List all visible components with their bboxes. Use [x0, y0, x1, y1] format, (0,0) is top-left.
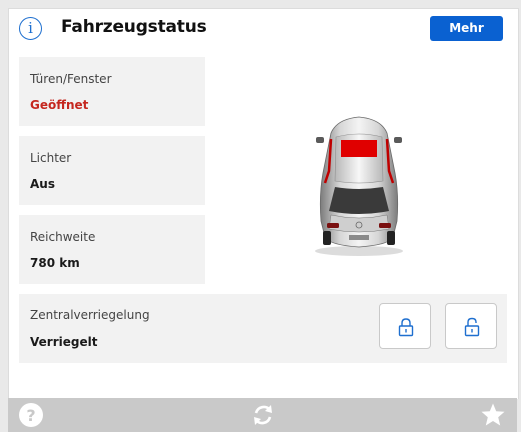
central-locking-tile: Zentralverriegelung Verriegelt: [19, 294, 507, 363]
lock-open-icon: [464, 317, 480, 337]
refresh-icon[interactable]: [250, 402, 276, 428]
lock-button[interactable]: [379, 303, 431, 349]
range-label: Reichweite: [30, 230, 96, 244]
vehicle-status-card: i Fahrzeugstatus Mehr Türen/Fenster Geöf…: [8, 8, 519, 399]
lights-value: Aus: [30, 177, 55, 191]
lights-label: Lichter: [30, 151, 72, 165]
svg-text:?: ?: [26, 406, 35, 425]
doors-windows-label: Türen/Fenster: [30, 72, 112, 86]
central-locking-label: Zentralverriegelung: [30, 308, 150, 322]
lock-closed-icon: [398, 318, 414, 337]
range-tile: Reichweite 780 km: [19, 215, 205, 284]
doors-windows-tile: Türen/Fenster Geöffnet: [19, 57, 205, 126]
vehicle-image: [309, 111, 409, 261]
lights-tile: Lichter Aus: [19, 136, 205, 205]
more-button[interactable]: Mehr: [430, 16, 503, 41]
central-locking-value: Verriegelt: [30, 335, 98, 349]
card-footer: ?: [8, 398, 517, 432]
favorite-star-icon[interactable]: [480, 402, 506, 428]
range-value: 780 km: [30, 256, 80, 270]
card-title: Fahrzeugstatus: [61, 17, 207, 37]
card-header: i Fahrzeugstatus Mehr: [9, 9, 518, 49]
help-icon[interactable]: ?: [18, 402, 44, 428]
unlock-button[interactable]: [445, 303, 497, 349]
doors-windows-value: Geöffnet: [30, 98, 89, 112]
info-icon[interactable]: i: [19, 17, 42, 40]
